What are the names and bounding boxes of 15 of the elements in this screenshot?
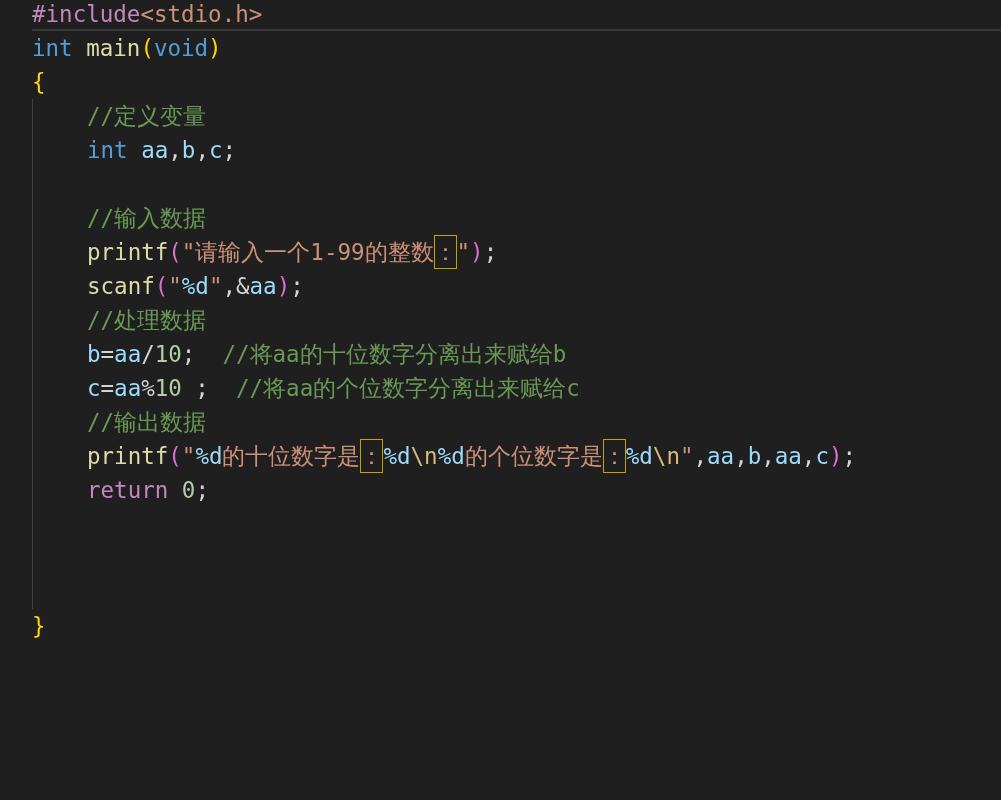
code-line: int aa,b,c; [87,136,237,165]
code-line: //输出数据 [87,408,208,437]
code-line: scanf("%d",&aa); [87,272,305,301]
code-line: //输入数据 [87,204,208,233]
code-line: b=aa/10; //将aa的十位数字分离出来赋给b [87,340,568,369]
code-line: printf("请输入一个1-99的整数："); [87,235,1001,269]
code-line: { [32,68,47,97]
code-line: c=aa%10 ; //将aa的个位数字分离出来赋给c [87,374,581,403]
code-line: //处理数据 [87,306,208,335]
code-line: } [32,612,47,641]
code-line: //定义变量 [87,102,208,131]
code-line: return 0; [87,476,210,505]
code-line: #include<stdio.h> [32,0,1001,31]
code-line: int main(void) [32,34,223,63]
code-line: printf("%d的十位数字是：%d\n%d的个位数字是：%d\n",aa,b,aa,c); [87,439,1001,473]
